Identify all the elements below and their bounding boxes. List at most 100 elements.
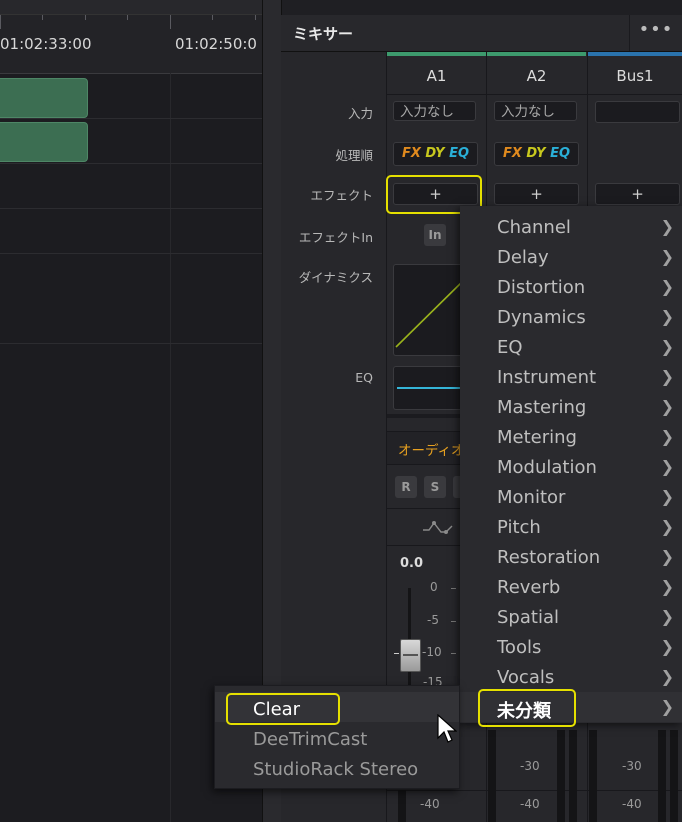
processing-order-a2[interactable]: FX DY EQ — [494, 142, 579, 166]
chevron-right-icon: ❯ — [660, 697, 674, 716]
menu-item-label: Modulation — [497, 457, 597, 478]
track-separator — [0, 163, 262, 164]
chevron-right-icon: ❯ — [660, 667, 674, 686]
fader-value: 0.0 — [400, 556, 424, 571]
scale-tick — [451, 621, 456, 622]
menu-item-label: Monitor — [497, 487, 566, 508]
volume-fader-handle[interactable] — [400, 639, 421, 672]
track-separator — [0, 208, 262, 209]
chevron-right-icon: ❯ — [660, 367, 674, 386]
automation-curve-icon[interactable] — [421, 517, 461, 537]
chevron-right-icon: ❯ — [660, 217, 674, 236]
chevron-right-icon: ❯ — [660, 277, 674, 296]
menu-item-label: Vocals — [497, 667, 555, 688]
solo-button[interactable]: S — [424, 476, 446, 498]
chevron-right-icon: ❯ — [660, 397, 674, 416]
menu-item-eq[interactable]: EQ ❯ — [460, 332, 682, 362]
menu-item-spatial[interactable]: Spatial ❯ — [460, 602, 682, 632]
menu-item-deetrimcast[interactable]: DeeTrimCast — [215, 722, 459, 752]
menu-item-dynamics[interactable]: Dynamics ❯ — [460, 302, 682, 332]
channel-header-bus1[interactable]: Bus1 — [588, 52, 682, 94]
menu-item-mastering[interactable]: Mastering ❯ — [460, 392, 682, 422]
dynamics-graph[interactable] — [393, 264, 461, 356]
fx-chip: FX — [502, 146, 522, 161]
mute-button[interactable] — [453, 476, 460, 498]
row-label-order: 処理順 — [335, 148, 373, 163]
audio-clip[interactable] — [0, 122, 88, 162]
eq-scroll-edge — [387, 414, 460, 418]
meter-bar — [670, 730, 678, 822]
chevron-right-icon: ❯ — [660, 607, 674, 626]
mouse-cursor-icon — [437, 714, 457, 743]
menu-item-vocals[interactable]: Vocals ❯ — [460, 662, 682, 692]
meter-bar — [398, 790, 406, 822]
input-select-a2[interactable]: 入力なし — [494, 101, 577, 121]
dynamics-curve — [395, 282, 461, 348]
row-label-input: 入力 — [347, 106, 373, 121]
eq-graph[interactable] — [393, 366, 461, 410]
meter-bar — [557, 730, 565, 822]
meter-bar — [589, 730, 597, 822]
menu-item-monitor[interactable]: Monitor ❯ — [460, 482, 682, 512]
menu-item-label: Tools — [497, 637, 542, 658]
timeline-ruler[interactable]: 01:02:33:00 01:02:50:0 — [0, 15, 262, 74]
menu-item-label: Pitch — [497, 517, 541, 538]
fader-scale-label: -10 — [422, 645, 442, 659]
row-label-effects-in: エフェクトIn — [298, 230, 373, 245]
menu-item-label: Instrument — [497, 367, 597, 388]
clear-highlight — [226, 693, 340, 725]
menu-item-label: Restoration — [497, 547, 601, 568]
menu-item-reverb[interactable]: Reverb ❯ — [460, 572, 682, 602]
track-separator — [0, 253, 262, 254]
menu-item-metering[interactable]: Metering ❯ — [460, 422, 682, 452]
menu-item-distortion[interactable]: Distortion ❯ — [460, 272, 682, 302]
effects-in-toggle[interactable]: In — [424, 224, 446, 246]
input-select-bus1[interactable] — [595, 101, 680, 123]
ruler-tick — [212, 15, 213, 20]
menu-item-delay[interactable]: Delay ❯ — [460, 242, 682, 272]
meter-divider — [387, 790, 682, 791]
header-separator — [387, 94, 682, 95]
menu-item-pitch[interactable]: Pitch ❯ — [460, 512, 682, 542]
chevron-right-icon: ❯ — [660, 637, 674, 656]
meter-scale-label: -40 — [520, 797, 540, 811]
fader-scale-label: 0 — [430, 580, 438, 594]
ruler-tick — [85, 15, 86, 20]
menu-item-tools[interactable]: Tools ❯ — [460, 632, 682, 662]
chevron-right-icon: ❯ — [660, 427, 674, 446]
more-horizontal-icon[interactable]: ••• — [629, 15, 682, 51]
input-select-a1[interactable]: 入力なし — [393, 101, 476, 121]
record-arm-button[interactable]: R — [395, 476, 417, 498]
chevron-right-icon: ❯ — [660, 337, 674, 356]
add-effect-button-a1[interactable]: + — [393, 183, 478, 205]
fader-zero-mark — [394, 653, 399, 654]
menu-item-instrument[interactable]: Instrument ❯ — [460, 362, 682, 392]
timeline-gridline — [170, 73, 171, 822]
fader-scale-label: -5 — [427, 613, 439, 627]
eq-curve — [397, 387, 461, 389]
menu-item-label: Delay — [497, 247, 549, 268]
channel-header-a2[interactable]: A2 — [487, 52, 586, 94]
menu-item-channel[interactable]: Channel ❯ — [460, 212, 682, 242]
meter-bar — [569, 730, 577, 822]
chevron-right-icon: ❯ — [660, 517, 674, 536]
audio-section-header[interactable]: オーディオ — [387, 431, 460, 465]
menu-item-label: Metering — [497, 427, 577, 448]
processing-order-a1[interactable]: FX DY EQ — [393, 142, 478, 166]
menu-item-label: Channel — [497, 217, 571, 238]
menu-item-studiorack-stereo[interactable]: StudioRack Stereo — [215, 752, 459, 782]
menu-item-modulation[interactable]: Modulation ❯ — [460, 452, 682, 482]
fx-chip: FX — [401, 146, 421, 161]
menu-item-label: Spatial — [497, 607, 559, 628]
audio-clip[interactable] — [0, 78, 88, 118]
meter-bar — [658, 730, 666, 822]
channel-header-a1[interactable]: A1 — [387, 52, 486, 94]
add-effect-button-a2[interactable]: + — [494, 183, 579, 205]
ruler-tick — [42, 15, 43, 20]
add-effect-button-bus1[interactable]: + — [595, 183, 680, 205]
chevron-right-icon: ❯ — [660, 457, 674, 476]
scale-tick — [451, 653, 456, 654]
row-label-eq: EQ — [355, 370, 373, 385]
menu-item-restoration[interactable]: Restoration ❯ — [460, 542, 682, 572]
eq-chip: EQ — [449, 146, 470, 161]
